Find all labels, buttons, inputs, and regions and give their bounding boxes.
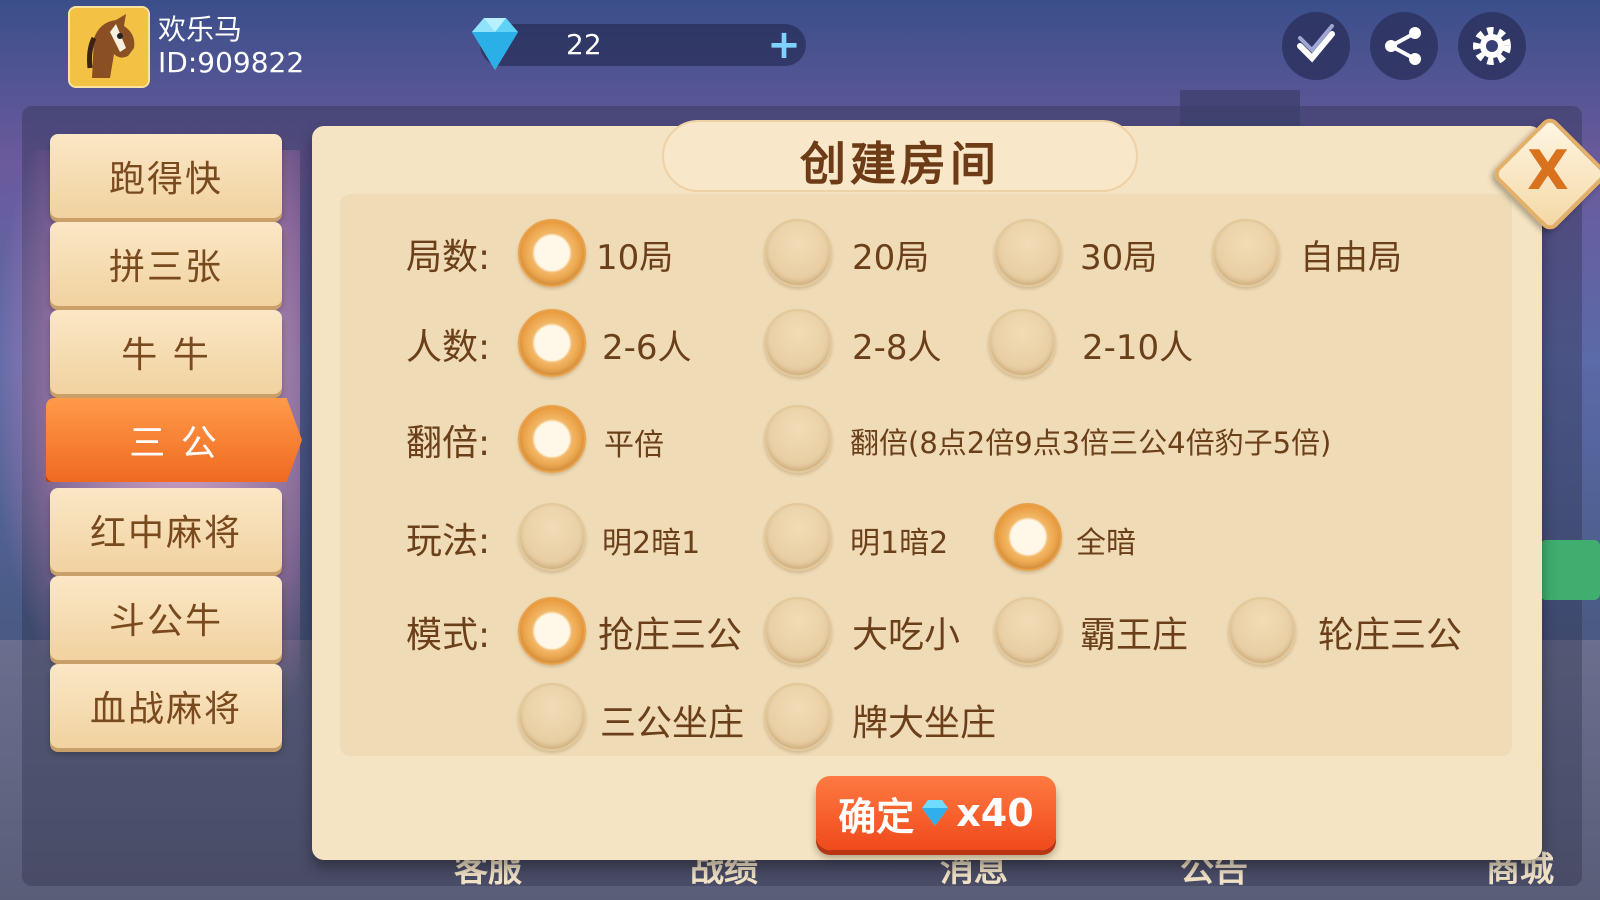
option-players-2-6: 2-6人 [602,328,692,368]
radio-mode-sangong-zuozhuang[interactable] [518,683,586,751]
players-label: 人数: [406,327,491,368]
title-plate: 创建房间 [662,120,1138,192]
radio-rounds-10[interactable] [518,219,586,287]
tab-niuniu[interactable]: 牛 牛 [50,310,282,394]
radio-rounds-20[interactable] [764,219,832,287]
radio-playstyle-ming2an1[interactable] [518,503,586,571]
option-mode-bawangzhuang: 霸王庄 [1080,615,1189,656]
radio-multiplier-double[interactable] [764,405,832,473]
option-mode-paida-zuozhuang: 牌大坐庄 [852,703,997,744]
mode-label: 模式: [406,615,491,656]
tab-hongzhong-mahjong[interactable]: 红中麻将 [50,488,282,572]
playstyle-label: 玩法: [406,521,491,562]
share-button[interactable] [1370,12,1438,80]
radio-playstyle-all-dark[interactable] [994,503,1062,571]
confirm-label: 确定 [838,794,915,839]
radio-players-2-6[interactable] [518,309,586,377]
confirm-cost: x40 [956,791,1034,835]
radio-rounds-free[interactable] [1212,219,1280,287]
tab-sangong[interactable]: 三 公 [46,398,302,482]
option-mode-sangong-zuozhuang: 三公坐庄 [600,703,745,744]
tab-pinsanzhang[interactable]: 拼三张 [50,222,282,306]
option-mode-qiangzhuang: 抢庄三公 [598,615,743,656]
tab-paodekuai[interactable]: 跑得快 [50,134,282,218]
option-playstyle-ming1an2: 明1暗2 [850,526,949,561]
background-green-object [1540,540,1600,600]
add-diamond-button[interactable]: + [766,25,802,65]
close-icon: X [1527,139,1569,202]
option-players-2-10: 2-10人 [1082,328,1194,368]
check-icon [1297,24,1335,63]
option-rounds-20: 20局 [852,238,930,278]
radio-mode-lunzhuang[interactable] [1228,597,1296,665]
radio-rounds-30[interactable] [994,219,1062,287]
option-playstyle-ming2an1: 明2暗1 [602,526,701,561]
radio-mode-bawangzhuang[interactable] [994,597,1062,665]
gear-icon [1473,27,1511,65]
multiplier-label: 翻倍: [406,423,491,464]
share-icon [1385,27,1421,65]
settings-button[interactable] [1458,12,1526,80]
tab-dougongniu[interactable]: 斗公牛 [50,576,282,660]
radio-playstyle-ming1an2[interactable] [764,503,832,571]
diamond-icon [472,18,518,70]
dialog-title: 创建房间 [800,137,1000,191]
option-rounds-10: 10局 [596,238,674,278]
diamond-balance-bar [480,24,806,66]
rounds-label: 局数: [406,237,491,278]
option-players-2-8: 2-8人 [852,328,942,368]
checkin-button[interactable] [1282,12,1350,80]
confirm-button[interactable]: 确定 x40 [816,776,1056,850]
diamond-icon [922,800,949,826]
user-id: ID:909822 [158,46,305,79]
radio-players-2-10[interactable] [988,309,1056,377]
horse-avatar-icon [70,8,148,86]
tab-xuezhan-mahjong[interactable]: 血战麻将 [50,664,282,748]
option-multiplier-double: 翻倍(8点2倍9点3倍三公4倍豹子5倍) [850,426,1332,460]
background-pagoda [1180,90,1300,130]
radio-mode-dachixiao[interactable] [764,597,832,665]
top-bar: 欢乐马 ID:909822 22 + [0,0,1600,92]
radio-mode-qiangzhuang[interactable] [518,597,586,665]
radio-players-2-8[interactable] [764,309,832,377]
avatar[interactable] [68,6,150,88]
diamond-count: 22 [566,28,602,61]
option-rounds-30: 30局 [1080,238,1158,278]
radio-multiplier-flat[interactable] [518,405,586,473]
option-playstyle-all-dark: 全暗 [1076,526,1136,561]
option-multiplier-flat: 平倍 [604,428,664,463]
option-mode-dachixiao: 大吃小 [852,615,961,656]
radio-mode-paida-zuozhuang[interactable] [764,683,832,751]
option-rounds-free: 自由局 [1300,238,1402,278]
user-name: 欢乐马 [158,13,243,46]
option-mode-lunzhuang: 轮庄三公 [1318,615,1463,656]
